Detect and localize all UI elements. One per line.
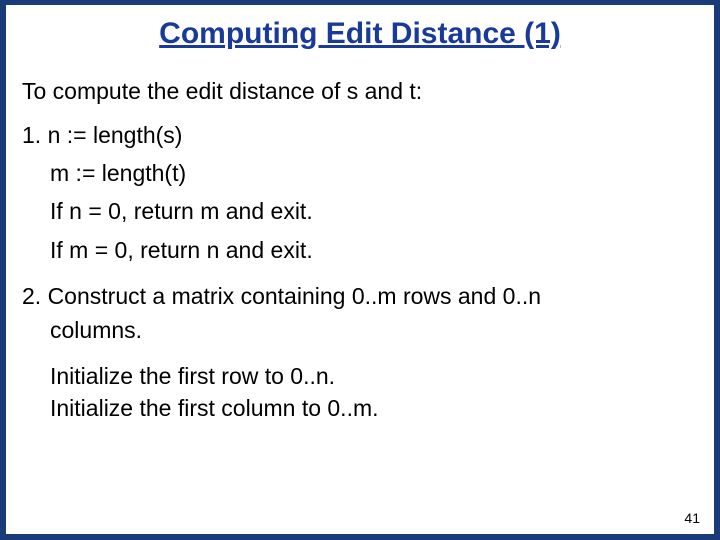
step2-line-a2: columns. (22, 318, 698, 342)
slide-title: Computing Edit Distance (1) (6, 17, 714, 51)
step1-line-c: If n = 0, return m and exit. (22, 199, 698, 223)
step2-line-a: 2. Construct a matrix containing 0..m ro… (22, 284, 698, 308)
step2-line-c: Initialize the first column to 0..m. (22, 396, 698, 420)
step1-line-b: m := length(t) (22, 161, 698, 185)
step2-line-b: Initialize the first row to 0..n. (22, 364, 698, 388)
slide-content: To compute the edit distance of s and t:… (22, 79, 698, 434)
step2-block: 2. Construct a matrix containing 0..m ro… (22, 284, 698, 342)
slide-body: Computing Edit Distance (1) To compute t… (6, 5, 714, 534)
intro-text: To compute the edit distance of s and t: (22, 79, 698, 103)
page-number: 41 (684, 510, 700, 526)
slide-frame: Computing Edit Distance (1) To compute t… (0, 0, 720, 540)
step2-init-block: Initialize the first row to 0..n. Initia… (22, 364, 698, 420)
step1-line-d: If m = 0, return n and exit. (22, 238, 698, 262)
step1-line-a: 1. n := length(s) (22, 123, 698, 147)
